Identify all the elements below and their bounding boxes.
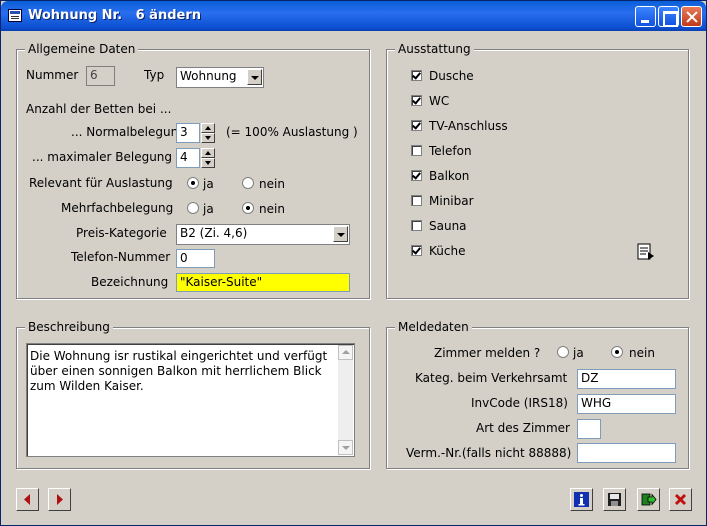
typ-dropdown-icon[interactable] xyxy=(247,69,262,85)
beschreibung-text: Die Wohnung isr rustikal eingerichtet un… xyxy=(30,349,328,393)
normalbelegung-input[interactable]: 3 xyxy=(176,123,200,143)
info-icon xyxy=(574,492,589,507)
mehrfach-label: Mehrfachbelegung xyxy=(61,201,174,215)
kateg-input[interactable]: DZ xyxy=(577,369,676,389)
typ-value: Wohnung xyxy=(180,69,237,83)
wc-checkbox[interactable] xyxy=(411,95,422,106)
scroll-up-icon[interactable] xyxy=(338,345,353,360)
minibar-label[interactable]: Minibar xyxy=(429,194,474,208)
art-input[interactable] xyxy=(577,419,601,439)
kateg-label: Kateg. beim Verkehrsamt xyxy=(415,371,568,385)
spin-up-icon[interactable] xyxy=(201,148,215,158)
normalbelegung-spinner[interactable] xyxy=(201,123,215,143)
typ-select[interactable]: Wohnung xyxy=(176,67,264,88)
relevant-nein-label[interactable]: nein xyxy=(259,177,285,191)
normalbelegung-label: ... Normalbelegung xyxy=(71,125,186,139)
minibar-checkbox[interactable] xyxy=(411,195,422,206)
zimmer-nein-radio[interactable] xyxy=(611,346,623,358)
max-belegung-label: ... maximaler Belegung xyxy=(32,150,173,164)
invcode-input[interactable]: WHG xyxy=(577,394,676,414)
sauna-label[interactable]: Sauna xyxy=(429,219,467,233)
wc-label[interactable]: WC xyxy=(429,94,449,108)
mehrfach-nein-radio[interactable] xyxy=(242,202,254,214)
floppy-disk-icon xyxy=(608,493,621,506)
save-and-close-button[interactable] xyxy=(637,488,660,511)
spin-up-icon[interactable] xyxy=(201,123,215,133)
auslastung-note: (= 100% Auslastung ) xyxy=(226,125,358,139)
previous-button[interactable] xyxy=(16,488,39,511)
verm-input[interactable] xyxy=(577,443,676,463)
zimmer-ja-label[interactable]: ja xyxy=(573,346,584,360)
sauna-checkbox[interactable] xyxy=(411,220,422,231)
cancel-x-icon xyxy=(674,493,687,506)
arrow-left-icon xyxy=(24,494,30,505)
dusche-checkbox[interactable] xyxy=(411,70,422,81)
kueche-checkbox[interactable] xyxy=(411,245,422,256)
zimmer-ja-radio[interactable] xyxy=(557,346,569,358)
window-title: Wohnung Nr. 6 ändern xyxy=(28,8,201,23)
info-button[interactable] xyxy=(570,488,593,511)
kueche-label[interactable]: Küche xyxy=(429,244,465,258)
tv-anschluss-checkbox[interactable] xyxy=(411,120,422,131)
bezeichnung-input[interactable]: "Kaiser-Suite" xyxy=(176,273,350,292)
cancel-button[interactable] xyxy=(669,488,692,511)
mehrfach-ja-radio[interactable] xyxy=(187,202,199,214)
meldedaten-title: Meldedaten xyxy=(395,320,472,334)
beschreibung-title: Beschreibung xyxy=(25,320,113,334)
max-belegung-input[interactable]: 4 xyxy=(176,148,200,168)
ausstattung-title: Ausstattung xyxy=(395,42,474,56)
edit-notes-icon[interactable] xyxy=(634,240,657,263)
spin-down-icon[interactable] xyxy=(201,158,215,168)
mehrfach-nein-label[interactable]: nein xyxy=(259,202,285,216)
balkon-label[interactable]: Balkon xyxy=(429,169,469,183)
title-bar[interactable]: Wohnung Nr. 6 ändern xyxy=(1,1,706,31)
general-data-title: Allgemeine Daten xyxy=(25,42,139,56)
dusche-label[interactable]: Dusche xyxy=(429,69,474,83)
zimmer-nein-label[interactable]: nein xyxy=(629,346,655,360)
zimmer-melden-label: Zimmer melden ? xyxy=(434,346,541,360)
max-belegung-spinner[interactable] xyxy=(201,148,215,168)
preis-kategorie-label: Preis-Kategorie xyxy=(76,226,167,240)
beschreibung-textarea[interactable]: Die Wohnung isr rustikal eingerichtet un… xyxy=(26,343,355,457)
arrow-right-icon xyxy=(57,494,63,505)
telefon-label: Telefon-Nummer xyxy=(71,250,171,264)
balkon-checkbox[interactable] xyxy=(411,170,422,181)
verm-label: Verm.-Nr.(falls nicht 88888) xyxy=(406,446,572,460)
preis-kategorie-value: B2 (Zi. 4,6) xyxy=(180,226,248,240)
save-button[interactable] xyxy=(603,488,626,511)
exit-arrow-icon xyxy=(641,493,657,506)
typ-label: Typ xyxy=(144,68,165,82)
beschreibung-scrollbar[interactable] xyxy=(338,345,353,455)
mehrfach-ja-label[interactable]: ja xyxy=(203,202,214,216)
betten-heading: Anzahl der Betten bei ... xyxy=(26,102,172,116)
telefon-ausstattung-label[interactable]: Telefon xyxy=(429,144,472,158)
relevant-ja-radio[interactable] xyxy=(187,177,199,189)
scroll-down-icon[interactable] xyxy=(338,440,353,455)
minimize-button[interactable] xyxy=(635,6,656,27)
next-button[interactable] xyxy=(48,488,71,511)
nummer-field: 6 xyxy=(86,66,115,86)
telefon-input[interactable]: 0 xyxy=(176,249,215,268)
close-window-button[interactable] xyxy=(681,6,702,27)
preis-kategorie-select[interactable]: B2 (Zi. 4,6) xyxy=(176,224,350,245)
bezeichnung-label: Bezeichnung xyxy=(91,275,169,289)
nummer-label: Nummer xyxy=(26,68,79,82)
art-label: Art des Zimmer xyxy=(476,421,570,435)
invcode-label: InvCode (IRS18) xyxy=(471,396,568,410)
relevant-nein-radio[interactable] xyxy=(242,177,254,189)
relevant-ja-label[interactable]: ja xyxy=(203,177,214,191)
relevant-label: Relevant für Auslastung xyxy=(29,176,173,190)
spin-down-icon[interactable] xyxy=(201,133,215,143)
preis-dropdown-icon[interactable] xyxy=(333,226,348,242)
maximize-button[interactable] xyxy=(658,6,679,27)
tv-anschluss-label[interactable]: TV-Anschluss xyxy=(429,119,508,133)
telefon-checkbox[interactable] xyxy=(411,145,422,156)
edit-apartment-window: Wohnung Nr. 6 ändern Allgemeine Daten Nu… xyxy=(0,0,707,526)
window-icon xyxy=(8,9,22,22)
